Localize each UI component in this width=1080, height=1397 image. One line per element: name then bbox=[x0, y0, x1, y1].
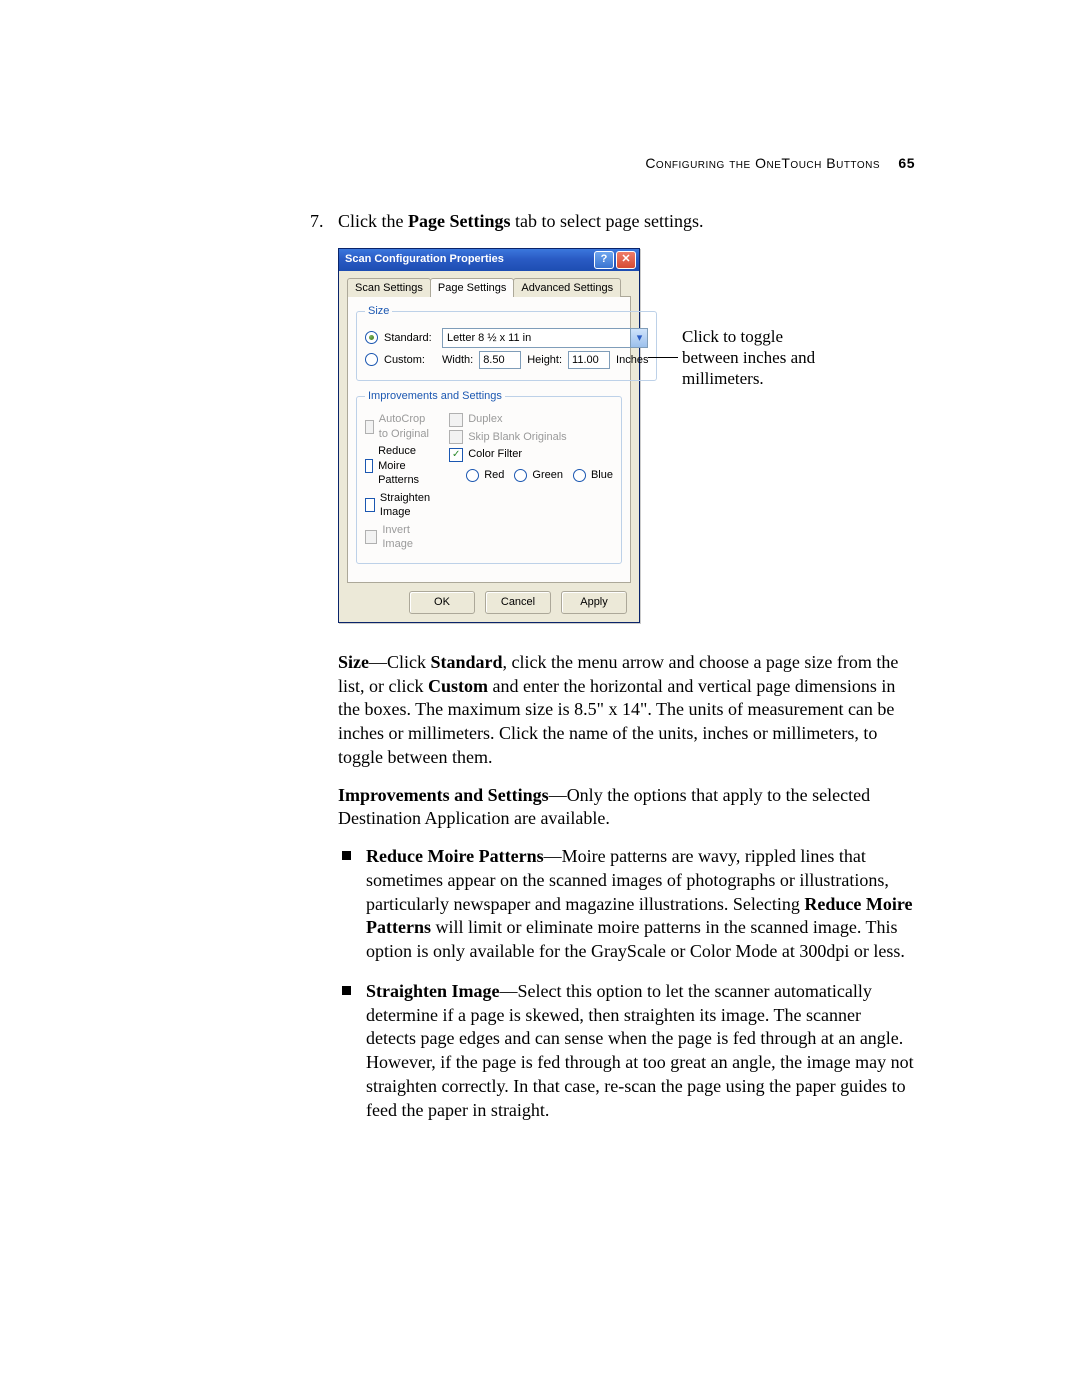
red-option[interactable]: Red bbox=[466, 468, 504, 483]
straighten-checkbox[interactable] bbox=[365, 498, 375, 512]
running-head-text: Configuring the OneTouch Buttons bbox=[645, 155, 880, 171]
invert-option: Invert Image bbox=[365, 523, 435, 552]
paper-size-value: Letter 8 ½ x 11 in bbox=[447, 331, 531, 346]
duplex-checkbox bbox=[449, 413, 463, 427]
custom-radio[interactable] bbox=[365, 353, 378, 366]
step-line: 7. Click the Page Settings tab to select… bbox=[310, 210, 915, 234]
cancel-button[interactable]: Cancel bbox=[485, 591, 551, 614]
size-group: Size Standard: Letter 8 ½ x 11 in ▾ bbox=[356, 304, 657, 381]
standard-label: Standard: bbox=[384, 331, 436, 346]
width-input[interactable] bbox=[479, 351, 521, 369]
green-option[interactable]: Green bbox=[514, 468, 563, 483]
custom-label: Custom: bbox=[384, 353, 436, 368]
custom-row: Custom: Width: Height: Inches bbox=[365, 351, 648, 369]
height-input[interactable] bbox=[568, 351, 610, 369]
step-text: Click the Page Settings tab to select pa… bbox=[338, 210, 703, 234]
tab-scan-settings[interactable]: Scan Settings bbox=[347, 278, 431, 298]
blue-option[interactable]: Blue bbox=[573, 468, 613, 483]
autocrop-option: AutoCrop to Original bbox=[365, 412, 435, 441]
skip-blank-checkbox bbox=[449, 430, 463, 444]
reduce-moire-checkbox[interactable] bbox=[365, 459, 373, 473]
improvements-group: Improvements and Settings AutoCrop to Or… bbox=[356, 389, 622, 564]
improvements-legend: Improvements and Settings bbox=[365, 389, 505, 404]
help-button[interactable]: ? bbox=[594, 251, 614, 269]
color-filter-option[interactable]: ✓ Color Filter bbox=[449, 447, 613, 462]
page-number: 65 bbox=[898, 155, 915, 171]
improvements-columns: AutoCrop to Original Reduce Moire Patter… bbox=[365, 409, 613, 555]
bullet-reduce-moire: Reduce Moire Patterns—Moire patterns are… bbox=[338, 845, 915, 964]
blue-radio[interactable] bbox=[573, 469, 586, 482]
invert-label: Invert Image bbox=[382, 523, 435, 552]
color-filter-checkbox[interactable]: ✓ bbox=[449, 448, 463, 462]
duplex-label: Duplex bbox=[468, 412, 502, 427]
standard-row: Standard: Letter 8 ½ x 11 in ▾ bbox=[365, 328, 648, 348]
figure-row: Scan Configuration Properties ? ✕ Scan S… bbox=[338, 248, 915, 623]
improvements-paragraph: Improvements and Settings—Only the optio… bbox=[338, 784, 915, 832]
dialog-buttons: OK Cancel Apply bbox=[347, 583, 631, 614]
skip-blank-label: Skip Blank Originals bbox=[468, 430, 566, 445]
close-button[interactable]: ✕ bbox=[616, 251, 636, 269]
green-radio[interactable] bbox=[514, 469, 527, 482]
chevron-down-icon[interactable]: ▾ bbox=[630, 329, 647, 347]
running-head: Configuring the OneTouch Buttons 65 bbox=[645, 155, 915, 171]
improvements-left: AutoCrop to Original Reduce Moire Patter… bbox=[365, 409, 435, 555]
callout-leader-line bbox=[648, 357, 678, 358]
color-filter-radios: Red Green Blue bbox=[449, 465, 613, 486]
ok-button[interactable]: OK bbox=[409, 591, 475, 614]
tab-page-settings[interactable]: Page Settings bbox=[430, 278, 515, 298]
bullet-straighten: Straighten Image—Select this option to l… bbox=[338, 980, 915, 1123]
page: Configuring the OneTouch Buttons 65 7. C… bbox=[0, 0, 1080, 1397]
tab-advanced-settings[interactable]: Advanced Settings bbox=[513, 278, 621, 298]
size-paragraph: Size—Click Standard, click the menu arro… bbox=[338, 651, 915, 770]
height-label: Height: bbox=[527, 353, 562, 368]
invert-checkbox bbox=[365, 530, 377, 544]
tab-strip: Scan Settings Page Settings Advanced Set… bbox=[347, 278, 631, 298]
size-legend: Size bbox=[365, 304, 392, 319]
paper-size-select[interactable]: Letter 8 ½ x 11 in ▾ bbox=[442, 328, 648, 348]
apply-button[interactable]: Apply bbox=[561, 591, 627, 614]
straighten-label: Straighten Image bbox=[380, 491, 435, 520]
straighten-option[interactable]: Straighten Image bbox=[365, 491, 435, 520]
bullet-list: Reduce Moire Patterns—Moire patterns are… bbox=[338, 845, 915, 1122]
reduce-moire-label: Reduce Moire Patterns bbox=[378, 444, 435, 488]
improvements-right: Duplex Skip Blank Originals ✓ Color Filt… bbox=[449, 409, 613, 555]
dialog-title: Scan Configuration Properties bbox=[345, 252, 592, 267]
autocrop-checkbox bbox=[365, 420, 374, 434]
reduce-moire-option[interactable]: Reduce Moire Patterns bbox=[365, 444, 435, 488]
red-radio[interactable] bbox=[466, 469, 479, 482]
tab-panel: Size Standard: Letter 8 ½ x 11 in ▾ bbox=[347, 296, 631, 583]
callout: Click to toggle between inches and milli… bbox=[648, 326, 842, 390]
step-number: 7. bbox=[310, 210, 338, 234]
skip-blank-option: Skip Blank Originals bbox=[449, 430, 613, 445]
dialog-body: Scan Settings Page Settings Advanced Set… bbox=[339, 271, 639, 622]
callout-text: Click to toggle between inches and milli… bbox=[682, 326, 842, 390]
autocrop-label: AutoCrop to Original bbox=[379, 412, 435, 441]
scan-config-dialog: Scan Configuration Properties ? ✕ Scan S… bbox=[338, 248, 640, 623]
units-toggle[interactable]: Inches bbox=[616, 353, 648, 368]
standard-radio[interactable] bbox=[365, 331, 378, 344]
duplex-option: Duplex bbox=[449, 412, 613, 427]
content: 7. Click the Page Settings tab to select… bbox=[310, 210, 915, 1122]
color-filter-label: Color Filter bbox=[468, 447, 522, 462]
width-label: Width: bbox=[442, 353, 473, 368]
dialog-titlebar[interactable]: Scan Configuration Properties ? ✕ bbox=[339, 249, 639, 271]
